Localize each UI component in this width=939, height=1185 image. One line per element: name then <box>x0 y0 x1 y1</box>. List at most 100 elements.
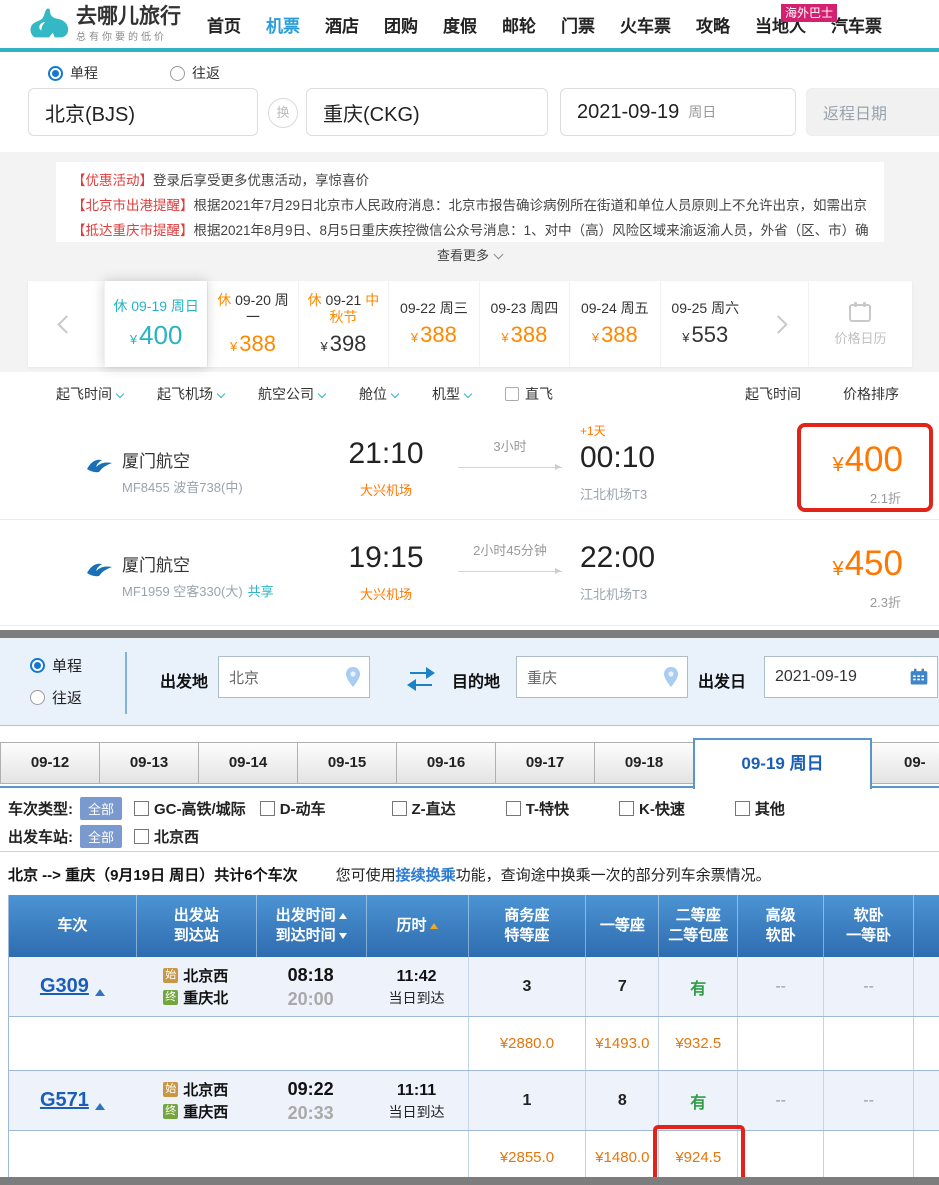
train-oneway-radio[interactable]: 单程 <box>30 652 82 678</box>
flight-date-tab-0925[interactable]: 09-25 周六 ¥553 <box>660 281 750 367</box>
train-date-tab-0915[interactable]: 09-15 <box>297 742 397 784</box>
to-station-input[interactable]: 重庆 <box>516 656 688 698</box>
flight-date-input[interactable]: 2021-09-19 周日 <box>560 88 796 136</box>
discount-label: 2.3折 <box>870 592 901 611</box>
col-train[interactable]: 车次 <box>9 895 136 957</box>
col-duration[interactable]: 历时 <box>366 895 468 957</box>
sort-asc-active-icon[interactable] <box>430 923 438 929</box>
sort-desc-icon[interactable] <box>339 933 347 939</box>
flight-date-tab-0920[interactable]: 休 09-20 周一 ¥388 <box>207 281 297 367</box>
type-other-checkbox[interactable]: 其他 <box>735 798 785 819</box>
filter-airline[interactable]: 航空公司 <box>258 384 325 404</box>
nav-item-train[interactable]: 火车票 <box>620 12 671 37</box>
nav-item-groupbuy[interactable]: 团购 <box>384 12 418 37</box>
first-seat-cell[interactable]: 7 <box>585 957 658 1016</box>
nav-item-bus[interactable]: 汽车票 <box>831 12 882 37</box>
qunar-camel-logo-icon[interactable] <box>26 6 72 44</box>
from-station-input[interactable]: 北京 <box>218 656 370 698</box>
col-first[interactable]: 一等座 <box>585 895 658 957</box>
nav-item-flight[interactable]: 机票 <box>266 12 300 37</box>
nav-item-guide[interactable]: 攻略 <box>696 12 730 37</box>
flight-from-input[interactable]: 北京(BJS) <box>28 88 258 136</box>
col-adv-sleeper[interactable]: 高级 软卧 <box>737 895 823 957</box>
train-type-all-chip[interactable]: 全部 <box>80 797 122 820</box>
train-date-tab-0917[interactable]: 09-17 <box>495 742 595 784</box>
nav-item-tickets[interactable]: 门票 <box>561 12 595 37</box>
flight-number: MF8455 波音738(中) <box>122 477 243 496</box>
see-more-button[interactable]: 查看更多 <box>0 245 939 264</box>
checkbox-icon <box>619 801 634 816</box>
currency-symbol: ¥ <box>832 558 843 581</box>
train-date-tab-0912[interactable]: 09-12 <box>0 742 100 784</box>
nav-item-cruise[interactable]: 邮轮 <box>502 12 536 37</box>
date-next-button[interactable] <box>750 281 808 367</box>
nav-item-hotel[interactable]: 酒店 <box>325 12 359 37</box>
type-t-checkbox[interactable]: T-特快 <box>506 798 569 819</box>
flight-oneway-radio[interactable]: 单程 <box>48 63 98 83</box>
collapse-icon[interactable] <box>95 989 105 996</box>
station-all-chip[interactable]: 全部 <box>80 825 122 848</box>
flight-to-input[interactable]: 重庆(CKG) <box>306 88 548 136</box>
seat-available: 有 <box>690 1089 706 1113</box>
price-value: 450 <box>845 544 903 584</box>
filter-aircraft[interactable]: 机型 <box>432 384 471 404</box>
col-business[interactable]: 商务座 特等座 <box>468 895 586 957</box>
sort-by-time[interactable]: 起飞时间 <box>745 384 801 404</box>
type-d-checkbox[interactable]: D-动车 <box>260 798 326 819</box>
train-date-tab-0914[interactable]: 09-14 <box>198 742 298 784</box>
airline-name: 厦门航空 <box>122 447 190 472</box>
flight-return-date-input[interactable]: 返程日期 <box>806 88 939 136</box>
filter-depart-time[interactable]: 起飞时间 <box>56 384 123 404</box>
col-times[interactable]: 出发时间 到达时间 <box>256 895 366 957</box>
date-prev-button[interactable] <box>28 281 104 367</box>
business-seat-cell[interactable]: 1 <box>468 1071 586 1130</box>
flight-price[interactable]: ¥ 450 <box>832 544 903 584</box>
nav-item-home[interactable]: 首页 <box>207 12 241 37</box>
type-z-checkbox[interactable]: Z-直达 <box>392 798 456 819</box>
type-gc-checkbox[interactable]: GC-高铁/城际 <box>134 798 246 819</box>
train-link-g309[interactable]: G309 <box>40 975 89 998</box>
brand-name[interactable]: 去哪儿旅行 <box>76 6 181 28</box>
second-seat-cell[interactable]: 有 <box>658 957 737 1016</box>
flight-row-mf8455[interactable]: 厦门航空 MF8455 波音738(中) 21:10 大兴机场 3小时 +1天 … <box>0 416 939 520</box>
filter-cabin[interactable]: 舱位 <box>359 384 398 404</box>
collapse-icon[interactable] <box>95 1103 105 1110</box>
flight-date-tab-0924[interactable]: 09-24 周五 ¥388 <box>569 281 659 367</box>
station-beijingxi-checkbox[interactable]: 北京西 <box>134 826 199 847</box>
train-date-tab-0919-selected[interactable]: 09-19 周日 <box>693 738 872 789</box>
flight-date-tab-0922[interactable]: 09-22 周三 ¥388 <box>388 281 478 367</box>
flight-date-tab-0919[interactable]: 休 09-19 周日 ¥400 <box>104 281 207 367</box>
departure-block: 19:15 大兴机场 <box>318 520 454 603</box>
swap-cities-button[interactable]: 换 <box>268 98 298 128</box>
col-sleeper[interactable]: 软卧 一等卧 <box>823 895 913 957</box>
filter-direct-checkbox[interactable]: 直飞 <box>505 384 553 404</box>
train-date-tab-0916[interactable]: 09-16 <box>396 742 496 784</box>
sort-asc-icon[interactable] <box>339 913 347 919</box>
col-second[interactable]: 二等座 二等包座 <box>658 895 737 957</box>
first-seat-cell[interactable]: 8 <box>585 1071 658 1130</box>
business-seat-cell[interactable]: 3 <box>468 957 586 1016</box>
train-date-tab-partial[interactable]: 09- <box>871 742 939 784</box>
sort-by-price[interactable]: 价格排序 <box>843 384 899 404</box>
train-link-g571[interactable]: G571 <box>40 1089 89 1112</box>
filter-depart-airport[interactable]: 起飞机场 <box>157 384 224 404</box>
nav-item-vacation[interactable]: 度假 <box>443 12 477 37</box>
train-round-radio[interactable]: 往返 <box>30 684 82 710</box>
depart-airport: 大兴机场 <box>318 480 454 499</box>
flight-price[interactable]: ¥ 400 <box>832 440 903 480</box>
price-calendar-button[interactable]: 价格日历 <box>808 281 912 367</box>
flight-round-radio[interactable]: 往返 <box>170 63 220 83</box>
train-date-input[interactable]: 2021-09-19 <box>764 656 938 698</box>
swap-stations-button[interactable] <box>404 666 438 692</box>
second-seat-cell[interactable]: 有 <box>658 1071 737 1130</box>
sort-group: 起飞时间 价格排序 <box>745 384 899 404</box>
overseas-bus-badge[interactable]: 海外巴士 <box>781 4 837 22</box>
flight-date-tab-0923[interactable]: 09-23 周四 ¥388 <box>479 281 569 367</box>
col-stations[interactable]: 出发站 到达站 <box>136 895 256 957</box>
flight-date-tab-0921[interactable]: 休 09-21 中秋节 ¥398 <box>298 281 388 367</box>
train-date-tab-0913[interactable]: 09-13 <box>99 742 199 784</box>
type-k-checkbox[interactable]: K-快速 <box>619 798 685 819</box>
train-date-tab-0918[interactable]: 09-18 <box>594 742 694 784</box>
flight-row-mf1959[interactable]: 厦门航空 MF1959 空客330(大)共享 19:15 大兴机场 2小时45分… <box>0 520 939 626</box>
transfer-link[interactable]: 接续换乘 <box>396 867 456 884</box>
